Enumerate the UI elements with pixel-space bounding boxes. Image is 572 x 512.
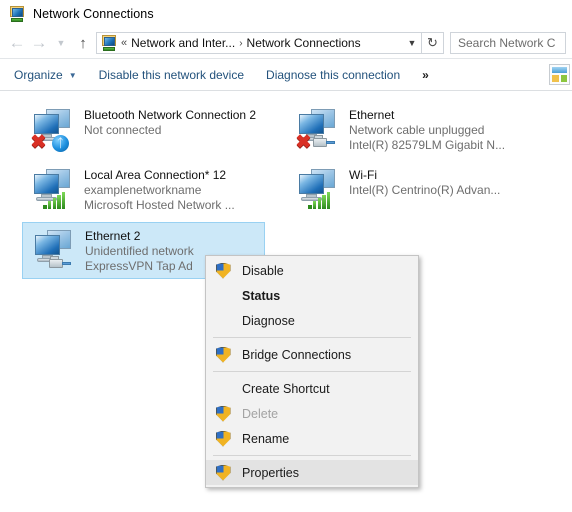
change-view-icon[interactable] xyxy=(549,64,570,85)
dual-monitor-icon xyxy=(293,167,345,215)
context-menu-item-label: Create Shortcut xyxy=(242,381,330,396)
no-icon xyxy=(212,311,234,331)
chevron-down-icon[interactable]: ▼ xyxy=(403,33,421,53)
disconnected-x-icon: ✖ xyxy=(295,132,312,153)
signal-bars-icon xyxy=(43,191,70,209)
context-menu-item-disable[interactable]: Disable xyxy=(206,258,418,283)
connection-status: Not connected xyxy=(84,123,162,137)
connection-name: Wi-Fi xyxy=(349,168,377,182)
bluetooth-icon: ᛏ xyxy=(52,135,69,152)
context-menu-item-label: Delete xyxy=(242,406,279,421)
refresh-icon[interactable]: ↻ xyxy=(422,32,444,54)
connection-item-ethernet[interactable]: ✖ Ethernet Network cable unplugged Intel… xyxy=(287,102,530,159)
forward-arrow-icon[interactable]: → xyxy=(28,32,50,54)
disconnected-x-icon: ✖ xyxy=(30,132,47,153)
context-menu-separator xyxy=(213,455,411,456)
connection-adapter: ExpressVPN Tap Ad xyxy=(85,259,193,273)
connection-adapter: Microsoft Hosted Network ... xyxy=(84,198,235,212)
context-menu-item-label: Diagnose xyxy=(242,313,295,328)
connection-text: Ethernet Network cable unplugged Intel(R… xyxy=(349,107,505,153)
dual-monitor-icon xyxy=(28,167,80,215)
network-connections-icon xyxy=(8,5,25,23)
breadcrumb-item-network-and-internet[interactable]: Network and Inter... xyxy=(131,36,235,50)
connection-text: Bluetooth Network Connection 2 Not conne… xyxy=(84,107,256,138)
more-commands-button[interactable]: » xyxy=(422,68,429,82)
breadcrumb-network-icon xyxy=(100,34,117,52)
organize-label: Organize xyxy=(14,67,63,82)
back-arrow-icon[interactable]: ← xyxy=(6,32,28,54)
context-menu-item-label: Properties xyxy=(242,465,299,480)
connection-name: Ethernet xyxy=(349,108,395,122)
address-bar: ← → ▼ ↑ « Network and Inter... › Network… xyxy=(0,28,572,58)
connection-name: Bluetooth Network Connection 2 xyxy=(84,108,257,122)
breadcrumb[interactable]: « Network and Inter... › Network Connect… xyxy=(96,32,422,54)
connection-adapter: Intel(R) 82579LM Gigabit N... xyxy=(349,138,506,152)
connection-adapter: Intel(R) Centrino(R) Advan... xyxy=(349,183,501,197)
no-icon xyxy=(212,379,234,399)
connection-status: Unidentified network xyxy=(85,244,194,258)
context-menu-separator xyxy=(213,371,411,372)
command-toolbar: Organize ▼ Disable this network device D… xyxy=(0,58,572,91)
context-menu-separator xyxy=(213,337,411,338)
uac-shield-icon xyxy=(212,404,234,424)
recent-locations-chevron-icon[interactable]: ▼ xyxy=(50,32,72,54)
context-menu-item-properties[interactable]: Properties xyxy=(206,460,418,485)
diagnose-connection-button[interactable]: Diagnose this connection xyxy=(266,68,400,82)
dual-monitor-icon: ✖ ᛏ xyxy=(28,107,80,155)
dual-monitor-icon: ✖ xyxy=(293,107,345,155)
context-menu-item-bridge-connections[interactable]: Bridge Connections xyxy=(206,342,418,367)
connection-text: Ethernet 2 Unidentified network ExpressV… xyxy=(85,228,194,274)
title-bar: Network Connections xyxy=(0,0,572,28)
breadcrumb-overflow-icon[interactable]: « xyxy=(117,37,131,49)
uac-shield-icon xyxy=(212,429,234,449)
breadcrumb-item-network-connections[interactable]: Network Connections xyxy=(247,36,361,50)
uac-shield-icon xyxy=(212,261,234,281)
no-icon xyxy=(212,286,234,306)
context-menu-item-delete: Delete xyxy=(206,401,418,426)
ethernet-plug-icon xyxy=(313,135,335,150)
ethernet-plug-icon xyxy=(49,256,71,271)
context-menu-item-create-shortcut[interactable]: Create Shortcut xyxy=(206,376,418,401)
context-menu: Disable Status Diagnose Bridge Connectio… xyxy=(205,255,419,488)
organize-button[interactable]: Organize ▼ xyxy=(14,68,77,82)
up-arrow-icon[interactable]: ↑ xyxy=(72,32,94,54)
connection-name: Local Area Connection* 12 xyxy=(84,168,227,182)
dual-monitor-icon xyxy=(29,228,81,276)
disable-network-device-button[interactable]: Disable this network device xyxy=(99,68,244,82)
context-menu-item-label: Status xyxy=(242,288,281,303)
connection-item-local-area-connection-12[interactable]: Local Area Connection* 12 examplenetwork… xyxy=(22,162,265,219)
connection-text: Wi-Fi Intel(R) Centrino(R) Advan... xyxy=(349,167,500,198)
connection-name: Ethernet 2 xyxy=(85,229,141,243)
uac-shield-icon xyxy=(212,345,234,365)
signal-bars-icon xyxy=(308,191,335,209)
chevron-down-icon: ▼ xyxy=(68,71,77,80)
uac-shield-icon xyxy=(212,463,234,483)
window-title: Network Connections xyxy=(33,7,154,21)
connection-status: Network cable unplugged xyxy=(349,123,485,137)
connection-status: examplenetworkname xyxy=(84,183,202,197)
context-menu-item-status[interactable]: Status xyxy=(206,283,418,308)
context-menu-item-label: Disable xyxy=(242,263,284,278)
context-menu-item-label: Rename xyxy=(242,431,290,446)
connection-text: Local Area Connection* 12 examplenetwork… xyxy=(84,167,235,213)
breadcrumb-separator-icon: › xyxy=(239,37,243,49)
context-menu-item-label: Bridge Connections xyxy=(242,347,352,362)
search-placeholder: Search Network C xyxy=(458,36,556,50)
context-menu-item-rename[interactable]: Rename xyxy=(206,426,418,451)
context-menu-item-diagnose[interactable]: Diagnose xyxy=(206,308,418,333)
connection-item-bluetooth[interactable]: ✖ ᛏ Bluetooth Network Connection 2 Not c… xyxy=(22,102,265,159)
connection-item-wifi[interactable]: Wi-Fi Intel(R) Centrino(R) Advan... xyxy=(287,162,530,219)
search-input[interactable]: Search Network C xyxy=(450,32,566,54)
